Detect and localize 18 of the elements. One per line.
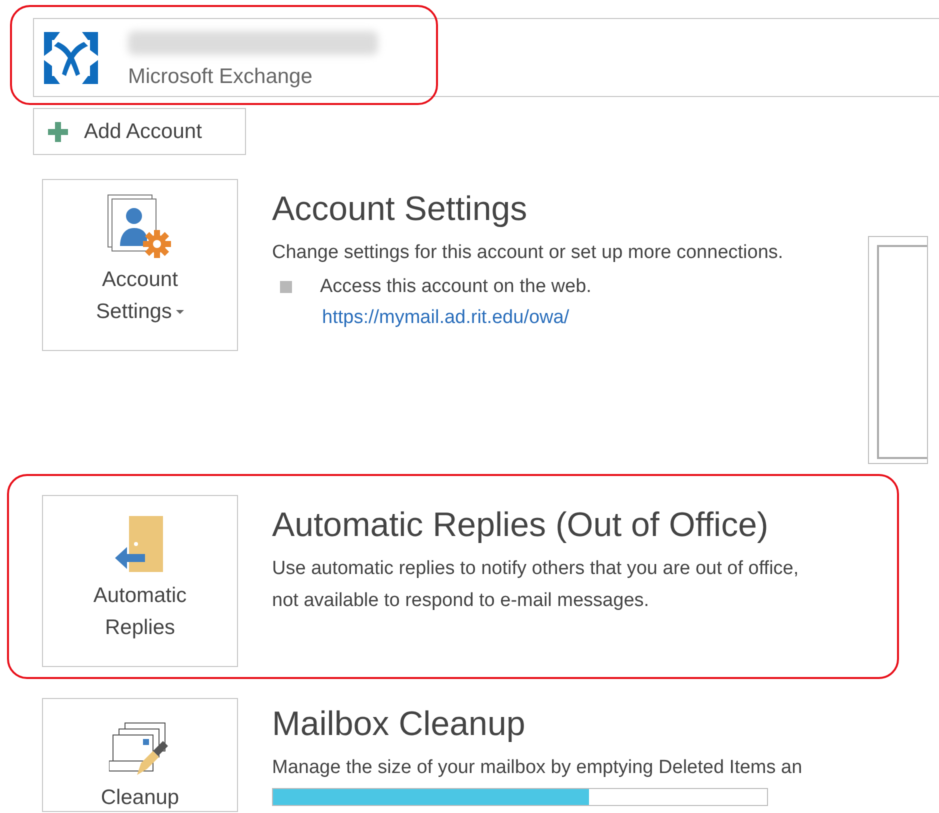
bullet-text: Access this account on the web. (320, 275, 592, 299)
plus-icon (48, 122, 68, 142)
exchange-logo-icon (42, 30, 100, 86)
section-description: Manage the size of your mailbox by emptying Deleted Items an (272, 756, 804, 780)
bullet-icon (280, 281, 292, 293)
account-selector[interactable]: Microsoft Exchange (33, 18, 939, 97)
web-link[interactable]: https://mymail.ad.rit.edu/owa/ (322, 307, 570, 329)
section-description: Change settings for this account or set up more connections. (272, 241, 784, 265)
tile-button[interactable]: Cleanup (42, 698, 238, 812)
person-gear-icon (107, 194, 173, 258)
account-type: Microsoft Exchange (128, 64, 314, 88)
add-account-button[interactable]: Add Account (33, 108, 246, 155)
tile-button[interactable]: Account Settings (42, 179, 238, 351)
section-title: Account Settings (272, 189, 528, 230)
section-title: Mailbox Cleanup (272, 704, 526, 745)
section-title: Automatic Replies (Out of Office) (272, 505, 770, 546)
section-description: Use automatic replies to notify others that you are out of office, not available to respond to e-mail messages. (272, 557, 800, 613)
tile-button[interactable]: Automatic Replies (42, 495, 238, 667)
